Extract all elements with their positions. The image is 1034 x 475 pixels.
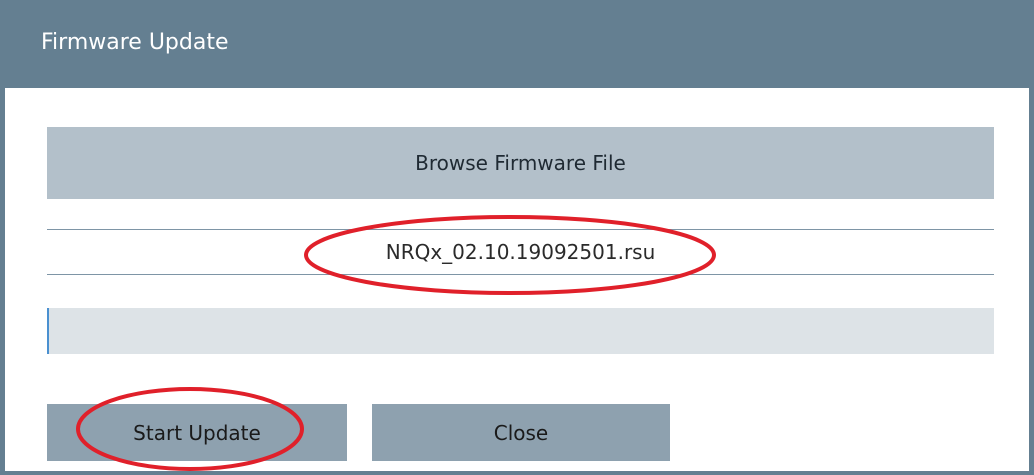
title-bar: Firmware Update xyxy=(5,0,1029,88)
selected-file-name: NRQx_02.10.19092501.rsu xyxy=(385,240,656,264)
close-button[interactable]: Close xyxy=(372,404,670,461)
browse-firmware-file-label: Browse Firmware File xyxy=(415,151,626,175)
firmware-update-dialog: Firmware Update Browse Firmware File NRQ… xyxy=(0,0,1034,475)
dialog-title: Firmware Update xyxy=(41,30,229,55)
start-update-button[interactable]: Start Update xyxy=(47,404,347,461)
selected-file-field: NRQx_02.10.19092501.rsu xyxy=(47,229,994,275)
browse-firmware-file-button[interactable]: Browse Firmware File xyxy=(47,127,994,199)
update-progress-bar xyxy=(47,308,994,354)
start-update-label: Start Update xyxy=(133,420,261,445)
close-label: Close xyxy=(493,420,549,445)
